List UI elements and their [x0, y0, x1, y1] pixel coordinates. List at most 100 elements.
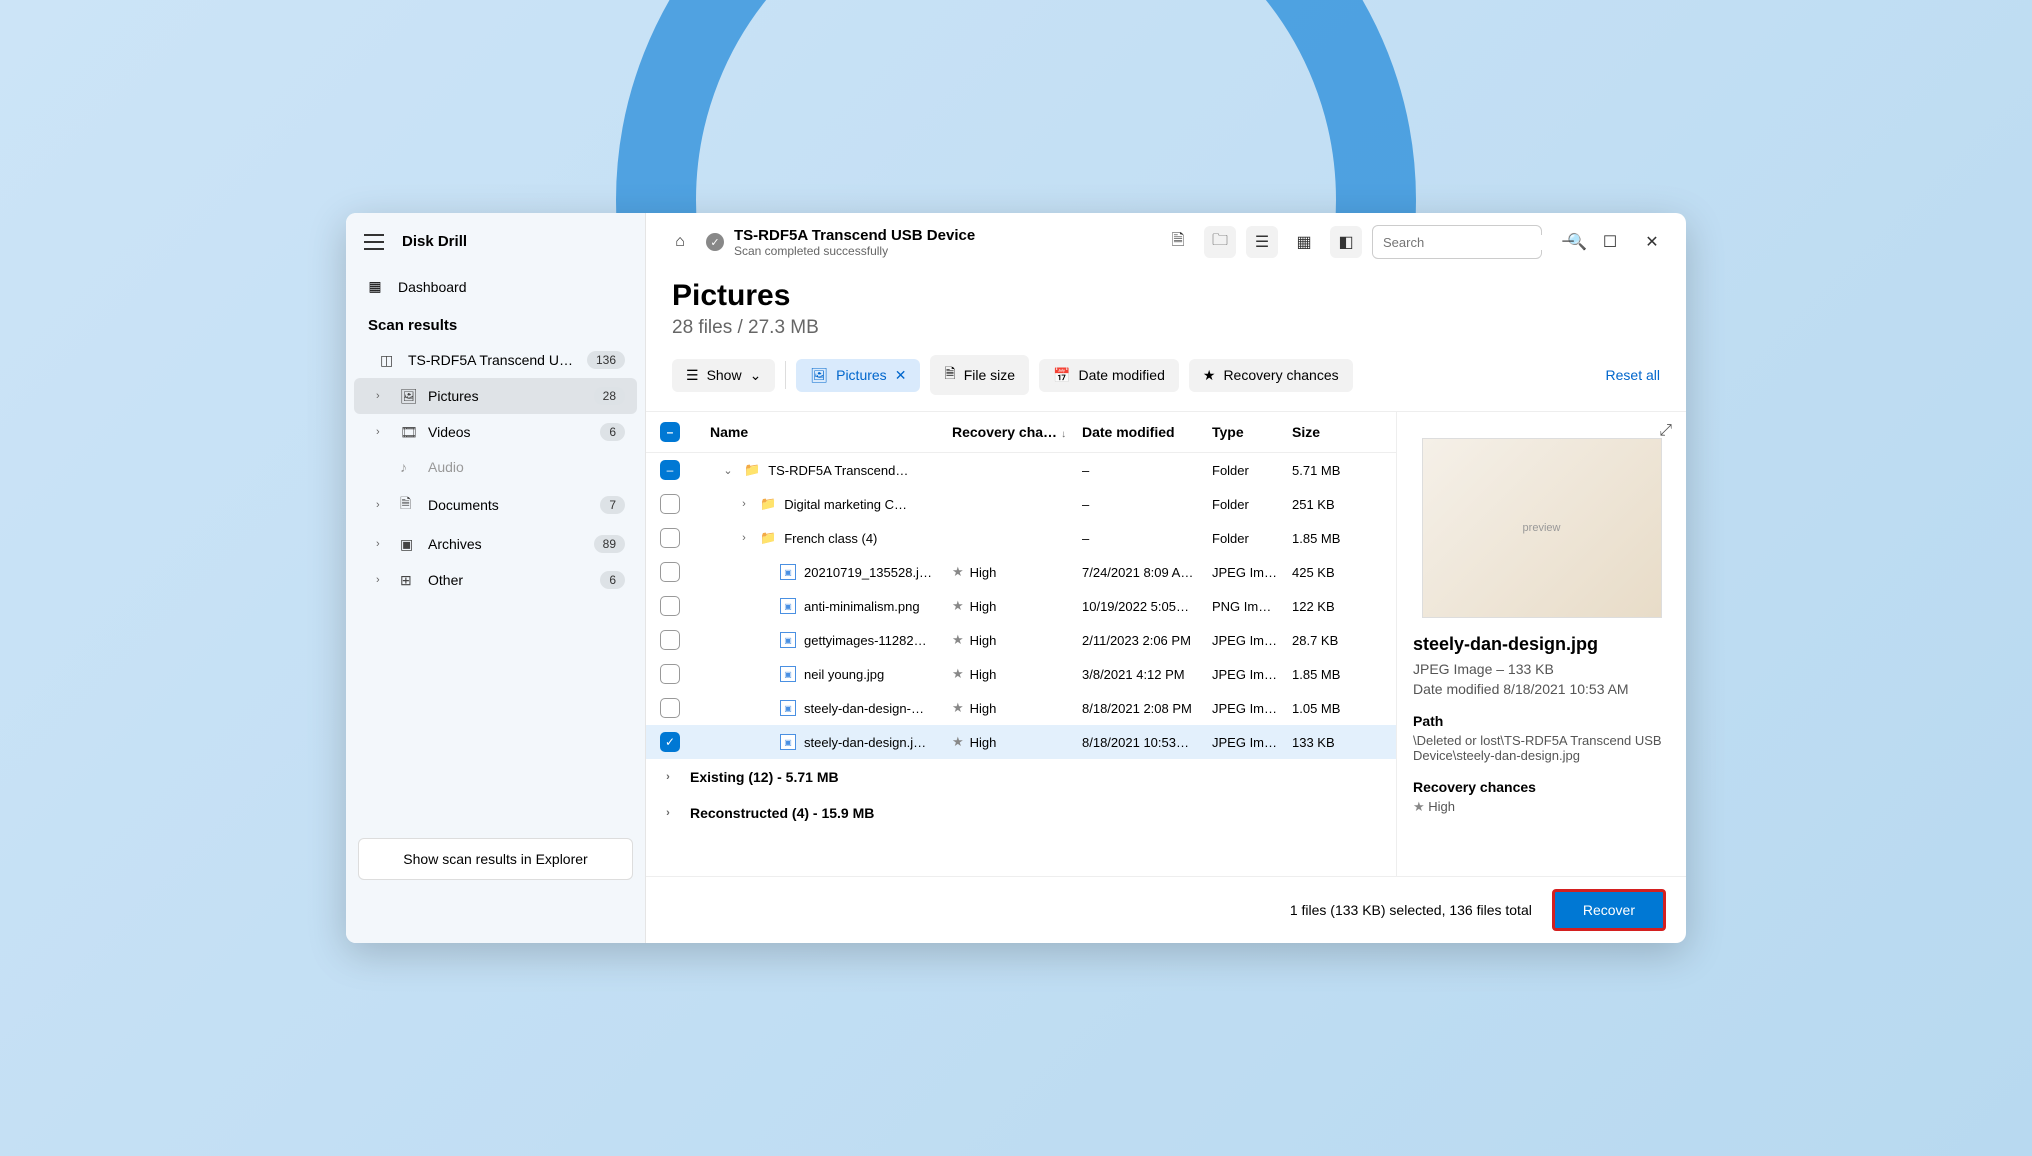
- col-size[interactable]: Size: [1292, 424, 1382, 440]
- recovery-label: Recovery chances: [1413, 779, 1670, 795]
- filter-row: ☰ Show ⌄ 🖼 Pictures ✕ 🗎 File size 📅 Date…: [646, 355, 1686, 411]
- content-subtitle: 28 files / 27.3 MB: [672, 317, 1660, 339]
- category-count: 89: [594, 535, 625, 553]
- file-date: 10/19/2022 5:05…: [1082, 599, 1212, 614]
- row-checkbox[interactable]: ✓: [660, 732, 680, 752]
- row-checkbox[interactable]: [660, 698, 680, 718]
- category-icon: ▣: [400, 536, 418, 553]
- remove-filter-icon[interactable]: ✕: [895, 367, 907, 384]
- table-row[interactable]: ▣20210719_135528.j… ★High 7/24/2021 8:09…: [646, 555, 1396, 589]
- file-type: Folder: [1212, 463, 1292, 478]
- datemod-filter[interactable]: 📅 Date modified: [1039, 359, 1179, 392]
- list-view-icon[interactable]: ☰: [1246, 226, 1278, 258]
- table-row[interactable]: ▣neil young.jpg ★High 3/8/2021 4:12 PM J…: [646, 657, 1396, 691]
- row-checkbox[interactable]: –: [660, 460, 680, 480]
- chevron-right-icon: ›: [376, 390, 390, 402]
- sidebar-cat-documents[interactable]: › 🗎 Documents 7: [354, 484, 637, 526]
- maximize-button[interactable]: ☐: [1594, 226, 1626, 258]
- file-type: Folder: [1212, 497, 1292, 512]
- hamburger-icon[interactable]: [364, 234, 384, 250]
- row-checkbox[interactable]: [660, 664, 680, 684]
- expand-icon[interactable]: ⤢: [1659, 422, 1672, 440]
- content-title: Pictures: [672, 279, 1660, 313]
- row-checkbox[interactable]: [660, 494, 680, 514]
- file-size: 1.85 MB: [1292, 667, 1382, 682]
- file-type: JPEG Im…: [1212, 565, 1292, 580]
- table-row[interactable]: – ⌄📁TS-RDF5A Transcend… – Folder 5.71 MB: [646, 453, 1396, 487]
- reset-all-link[interactable]: Reset all: [1606, 367, 1660, 383]
- tree-caret-icon[interactable]: ›: [736, 532, 752, 544]
- col-date[interactable]: Date modified: [1082, 424, 1212, 440]
- file-date: 3/8/2021 4:12 PM: [1082, 667, 1212, 682]
- file-size: 1.05 MB: [1292, 701, 1382, 716]
- scan-device[interactable]: ◫ TS-RDF5A Transcend US… 136: [354, 342, 637, 378]
- category-icon: 🖼: [400, 388, 418, 405]
- tree-caret-icon[interactable]: ⌄: [720, 464, 736, 477]
- group-row[interactable]: ›Existing (12) - 5.71 MB: [646, 759, 1396, 795]
- folder-icon-btn[interactable]: 🗀: [1204, 226, 1236, 258]
- search-box[interactable]: 🔍: [1372, 225, 1542, 259]
- calendar-icon: 📅: [1053, 367, 1070, 384]
- category-count: 28: [594, 387, 625, 405]
- category-icon: 🗎: [400, 493, 418, 517]
- sidebar-cat-pictures[interactable]: › 🖼 Pictures 28: [354, 378, 637, 414]
- folder-icon: 📁: [760, 530, 776, 546]
- tree-caret-icon[interactable]: ›: [736, 498, 752, 510]
- image-file-icon: ▣: [780, 734, 796, 750]
- select-all-checkbox[interactable]: –: [660, 422, 680, 442]
- preview-meta-type: JPEG Image – 133 KB: [1413, 661, 1670, 677]
- table-row[interactable]: ▣steely-dan-design-… ★High 8/18/2021 2:0…: [646, 691, 1396, 725]
- table-row[interactable]: ›📁Digital marketing C… – Folder 251 KB: [646, 487, 1396, 521]
- recovery-filter[interactable]: ★ Recovery chances: [1189, 359, 1353, 392]
- home-icon[interactable]: ⌂: [664, 226, 696, 258]
- folder-icon: 📁: [760, 496, 776, 512]
- pictures-filter[interactable]: 🖼 Pictures ✕: [796, 359, 920, 392]
- minimize-button[interactable]: ─: [1552, 226, 1584, 258]
- file-size: 251 KB: [1292, 497, 1382, 512]
- table-row[interactable]: ▣gettyimages-11282… ★High 2/11/2023 2:06…: [646, 623, 1396, 657]
- file-name: TS-RDF5A Transcend…: [768, 463, 908, 478]
- category-icon: ⊞: [400, 572, 418, 589]
- table-row[interactable]: ✓ ▣steely-dan-design.j… ★High 8/18/2021 …: [646, 725, 1396, 759]
- panel-view-icon[interactable]: ◧: [1330, 226, 1362, 258]
- table-row[interactable]: ›📁French class (4) – Folder 1.85 MB: [646, 521, 1396, 555]
- chevron-right-icon: ›: [660, 807, 676, 819]
- col-type[interactable]: Type: [1212, 424, 1292, 440]
- image-file-icon: ▣: [780, 632, 796, 648]
- sidebar-cat-archives[interactable]: › ▣ Archives 89: [354, 526, 637, 562]
- sidebar-cat-videos[interactable]: › 🎞 Videos 6: [354, 414, 637, 450]
- file-icon-btn[interactable]: 🗎: [1162, 226, 1194, 258]
- sidebar-cat-audio[interactable]: ♪ Audio: [354, 450, 637, 484]
- recover-button[interactable]: Recover: [1552, 889, 1666, 931]
- search-input[interactable]: [1383, 235, 1559, 250]
- nav-label: Dashboard: [398, 279, 467, 295]
- footer: 1 files (133 KB) selected, 136 files tot…: [646, 876, 1686, 943]
- group-row[interactable]: ›Reconstructed (4) - 15.9 MB: [646, 795, 1396, 831]
- image-file-icon: ▣: [780, 666, 796, 682]
- file-name: steely-dan-design.j…: [804, 735, 926, 750]
- row-checkbox[interactable]: [660, 528, 680, 548]
- star-icon: ★: [1413, 799, 1425, 814]
- preview-panel: ⤢ preview steely-dan-design.jpg JPEG Ima…: [1396, 412, 1686, 876]
- table-header: – Name Recovery cha…↓ Date modified Type…: [646, 412, 1396, 453]
- image-file-icon: ▣: [780, 700, 796, 716]
- show-in-explorer-button[interactable]: Show scan results in Explorer: [358, 838, 633, 880]
- grid-view-icon[interactable]: ▦: [1288, 226, 1320, 258]
- col-name[interactable]: Name: [700, 424, 952, 440]
- file-date: 2/11/2023 2:06 PM: [1082, 633, 1212, 648]
- col-recovery[interactable]: Recovery cha…↓: [952, 424, 1082, 440]
- grid-icon: ▦: [366, 278, 384, 295]
- nav-dashboard[interactable]: ▦ Dashboard: [346, 268, 645, 305]
- row-checkbox[interactable]: [660, 630, 680, 650]
- row-checkbox[interactable]: [660, 562, 680, 582]
- close-button[interactable]: ✕: [1636, 226, 1668, 258]
- filesize-filter[interactable]: 🗎 File size: [930, 355, 1029, 395]
- table-row[interactable]: ▣anti-minimalism.png ★High 10/19/2022 5:…: [646, 589, 1396, 623]
- sidebar-cat-other[interactable]: › ⊞ Other 6: [354, 562, 637, 598]
- sort-arrow-icon: ↓: [1061, 429, 1066, 440]
- preview-filename: steely-dan-design.jpg: [1413, 634, 1670, 655]
- show-filter[interactable]: ☰ Show ⌄: [672, 359, 775, 392]
- folder-icon: 📁: [744, 462, 760, 478]
- chevron-right-icon: ›: [660, 771, 676, 783]
- row-checkbox[interactable]: [660, 596, 680, 616]
